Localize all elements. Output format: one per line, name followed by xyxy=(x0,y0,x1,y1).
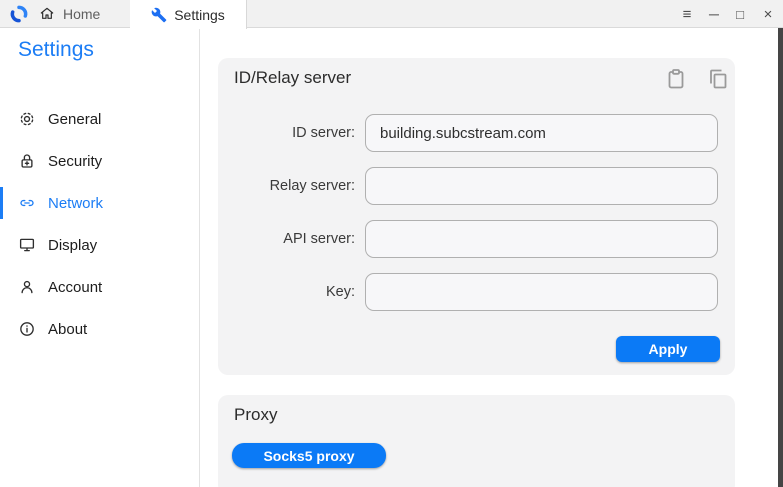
sidebar-item-label: General xyxy=(48,111,101,128)
proxy-card-title: Proxy xyxy=(234,405,277,425)
wrench-icon xyxy=(151,7,167,23)
sidebar-title: Settings xyxy=(18,38,199,62)
sidebar-item-label: Security xyxy=(48,153,102,170)
title-bar: Home Settings ≡ ─ □ × xyxy=(0,0,783,28)
sidebar-item-display[interactable]: Display xyxy=(0,224,199,266)
proxy-card: Proxy Socks5 proxy xyxy=(218,395,735,487)
tab-settings-label: Settings xyxy=(174,7,225,23)
tab-home-label: Home xyxy=(63,6,100,22)
api-server-input[interactable] xyxy=(365,220,718,258)
sidebar-item-label: Network xyxy=(48,195,103,212)
sidebar-item-general[interactable]: General xyxy=(0,98,199,140)
form-row-api-server: API server: xyxy=(218,220,735,258)
app-logo-icon xyxy=(9,4,29,24)
form-row-key: Key: xyxy=(218,273,735,311)
key-input[interactable] xyxy=(365,273,718,311)
id-server-input[interactable] xyxy=(365,114,718,152)
sidebar-item-network[interactable]: Network xyxy=(0,182,199,224)
home-icon xyxy=(38,6,56,22)
window-edge-strip xyxy=(778,28,783,487)
sidebar-item-security[interactable]: Security xyxy=(0,140,199,182)
person-icon xyxy=(18,278,36,296)
window-maximize-icon[interactable]: □ xyxy=(729,0,751,28)
sidebar-item-about[interactable]: About xyxy=(0,308,199,350)
socks5-proxy-button[interactable]: Socks5 proxy xyxy=(232,443,386,468)
relay-server-label: Relay server: xyxy=(218,167,355,205)
paste-icon[interactable] xyxy=(664,67,688,91)
window-close-icon[interactable]: × xyxy=(757,0,779,28)
form-row-relay-server: Relay server: xyxy=(218,167,735,205)
relay-server-input[interactable] xyxy=(365,167,718,205)
id-server-label: ID server: xyxy=(218,114,355,152)
sidebar-menu: General Security Network Display xyxy=(0,98,199,350)
tab-home[interactable]: Home xyxy=(38,0,100,28)
sidebar-item-label: Account xyxy=(48,279,102,296)
lock-icon xyxy=(18,152,36,170)
sidebar-item-label: Display xyxy=(48,237,97,254)
id-relay-server-card: ID/Relay server ID server: Relay server:… xyxy=(218,58,735,375)
apply-button[interactable]: Apply xyxy=(616,336,720,362)
window-menu-icon[interactable]: ≡ xyxy=(676,0,698,28)
link-icon xyxy=(18,194,36,212)
copy-icon[interactable] xyxy=(706,67,730,91)
form-row-id-server: ID server: xyxy=(218,114,735,152)
settings-sidebar: Settings General Security Network xyxy=(0,29,200,487)
key-label: Key: xyxy=(218,273,355,311)
gear-icon xyxy=(18,110,36,128)
tab-settings[interactable]: Settings xyxy=(130,0,247,29)
sidebar-item-label: About xyxy=(48,321,87,338)
card-title: ID/Relay server xyxy=(234,68,351,88)
monitor-icon xyxy=(18,236,36,254)
window-minimize-icon[interactable]: ─ xyxy=(703,0,725,28)
sidebar-item-account[interactable]: Account xyxy=(0,266,199,308)
info-icon xyxy=(18,320,36,338)
api-server-label: API server: xyxy=(218,220,355,258)
